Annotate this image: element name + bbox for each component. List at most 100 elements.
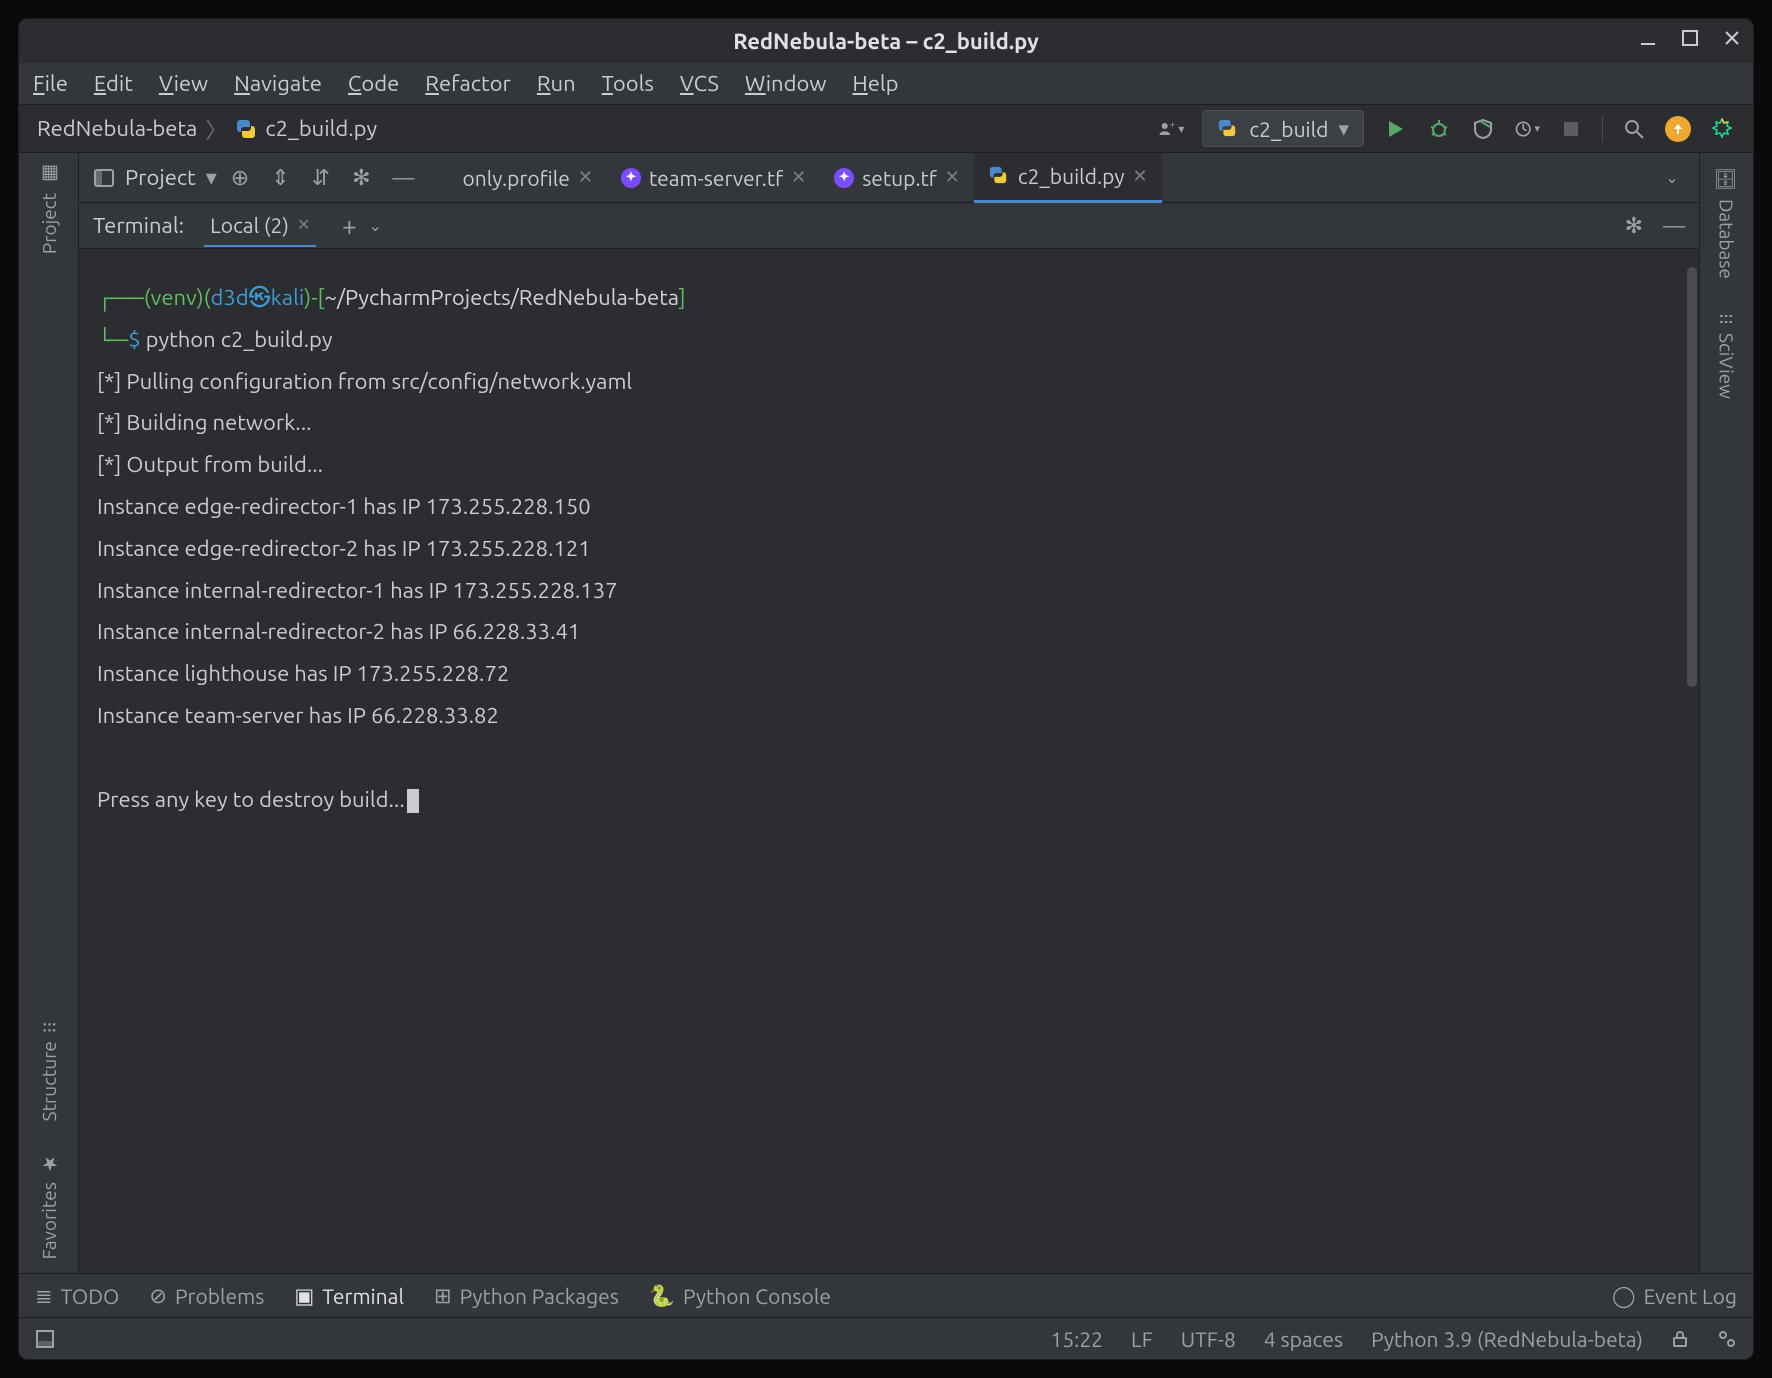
expand-all-icon[interactable]: ⇕ (271, 165, 289, 191)
python-icon (1217, 118, 1239, 140)
event-log-icon: ◯ (1612, 1283, 1636, 1308)
menu-navigate[interactable]: Navigate (234, 71, 322, 96)
scrollbar-thumb[interactable] (1687, 267, 1697, 687)
terminal-gear-icon[interactable]: ✻ (1625, 213, 1643, 239)
terminal-chevron-down-icon[interactable]: ⌄ (362, 213, 388, 239)
menu-file[interactable]: File (33, 71, 68, 96)
sync-update-icon[interactable] (1665, 116, 1691, 142)
status-lock-icon[interactable] (1671, 1330, 1689, 1348)
close-icon[interactable]: ✕ (791, 167, 806, 188)
chevron-down-icon: ▾ (206, 165, 217, 191)
coverage-button[interactable] (1470, 116, 1496, 142)
debug-button[interactable] (1426, 116, 1452, 142)
editor-tabs: only.profile✕✦team-server.tf✕✦setup.tf✕c… (448, 153, 1637, 203)
terraform-file-icon: ✦ (834, 168, 854, 188)
menu-help[interactable]: Help (852, 71, 898, 96)
terminal-hide-icon[interactable]: — (1663, 213, 1685, 238)
favorites-tool-button[interactable]: Favorites ★ (38, 1152, 60, 1259)
minimize-button[interactable] (1637, 27, 1659, 49)
status-line-ending[interactable]: LF (1131, 1327, 1153, 1351)
bottom-tool-python-console[interactable]: 🐍Python Console (649, 1283, 831, 1309)
sciview-tool-button[interactable]: ⁝⁝ SciView (1716, 313, 1738, 399)
run-button[interactable] (1382, 116, 1408, 142)
close-icon[interactable]: ✕ (1133, 166, 1148, 187)
close-icon[interactable]: ✕ (297, 215, 310, 234)
python-file-icon (988, 165, 1010, 187)
tab-c2-build-py[interactable]: c2_build.py✕ (974, 153, 1162, 203)
bottom-tool-terminal[interactable]: ▣Terminal (294, 1283, 404, 1309)
menu-run[interactable]: Run (537, 71, 576, 96)
structure-tool-button[interactable]: Structure ⁝⁝ (38, 1021, 60, 1121)
tool-icon: ⊞ (434, 1283, 452, 1308)
python-file-icon (235, 118, 257, 140)
run-config-selector[interactable]: c2_build ▾ (1202, 110, 1364, 147)
status-bar: 15:22 LF UTF-8 4 spaces Python 3.9 (RedN… (19, 1317, 1753, 1359)
terminal-title: Terminal: (93, 213, 184, 238)
bottom-tool-python-packages[interactable]: ⊞Python Packages (434, 1283, 619, 1309)
stop-button[interactable] (1558, 116, 1584, 142)
chevron-right-icon: 〉 (205, 113, 227, 145)
terminal-header: Terminal: Local (2)✕ + ⌄ ✻ — (79, 203, 1699, 249)
run-config-label: c2_build (1249, 117, 1328, 141)
bottom-tool-problems[interactable]: ⊘Problems (149, 1283, 264, 1309)
terraform-file-icon: ✦ (621, 168, 641, 188)
close-icon[interactable]: ✕ (578, 167, 593, 188)
menu-vcs[interactable]: VCS (680, 71, 719, 96)
chevron-down-icon: ▾ (1338, 116, 1349, 141)
tab-setup-tf[interactable]: ✦setup.tf✕ (820, 153, 974, 203)
left-tool-gutter: Project ▦ Structure ⁝⁝ Favorites ★ (19, 153, 79, 1273)
locate-icon[interactable]: ⊕ (231, 165, 249, 191)
menu-refactor[interactable]: Refactor (425, 71, 511, 96)
new-terminal-icon[interactable]: + (336, 213, 362, 239)
project-view-selector[interactable]: Project ▾ (93, 165, 217, 191)
hide-tool-icon[interactable]: — (393, 165, 415, 190)
project-toolbar: Project ▾ ⊕ ⇕ ⇵ ✻ — only.profile✕✦team-s… (79, 153, 1699, 203)
menu-tools[interactable]: Tools (602, 71, 654, 96)
project-pane-icon (93, 167, 115, 189)
status-time: 15:22 (1050, 1327, 1103, 1351)
user-add-icon[interactable]: +▾ (1158, 116, 1184, 142)
close-icon[interactable]: ✕ (945, 167, 960, 188)
bottom-tool-todo[interactable]: ≣TODO (35, 1283, 119, 1309)
menu-view[interactable]: View (159, 71, 208, 96)
breadcrumb-project[interactable]: RedNebula-beta (37, 116, 197, 141)
terminal-output[interactable]: ┌──(venv)(d3d㉿kali)-[~/PycharmProjects/R… (79, 249, 1699, 1273)
profile-button[interactable]: ▾ (1514, 116, 1540, 142)
tool-icon: ⊘ (149, 1283, 167, 1308)
database-tool-button[interactable]: 🗄 Database (1715, 167, 1738, 279)
status-indent[interactable]: 4 spaces (1264, 1327, 1343, 1351)
tab-only-profile[interactable]: only.profile✕ (448, 153, 607, 203)
menu-code[interactable]: Code (348, 71, 399, 96)
svg-text:+: + (1170, 119, 1175, 129)
event-log-button[interactable]: ◯Event Log (1612, 1283, 1737, 1308)
status-tool-windows-icon[interactable] (35, 1329, 55, 1349)
right-tool-gutter: 🗄 Database ⁝⁝ SciView (1699, 153, 1753, 1273)
maximize-button[interactable] (1679, 27, 1701, 49)
window-title: RedNebula-beta – c2_build.py (733, 29, 1039, 54)
tool-icon: ≣ (35, 1283, 53, 1308)
tab-team-server-tf[interactable]: ✦team-server.tf✕ (607, 153, 820, 203)
gear-icon[interactable]: ✻ (352, 165, 370, 191)
menubar: File Edit View Navigate Code Refactor Run Tools… (19, 63, 1753, 105)
toolbar: RedNebula-beta 〉 c2_build.py +▾ c2_build… (19, 105, 1753, 153)
status-interpreter[interactable]: Python 3.9 (RedNebula-beta) (1371, 1327, 1643, 1351)
status-processes-icon[interactable] (1717, 1329, 1737, 1349)
search-icon[interactable] (1621, 116, 1647, 142)
menu-window[interactable]: Window (745, 71, 827, 96)
close-button[interactable] (1721, 27, 1743, 49)
tool-icon: 🐍 (649, 1283, 675, 1309)
collapse-all-icon[interactable]: ⇵ (312, 165, 330, 191)
project-tool-button[interactable]: Project ▦ (38, 163, 60, 254)
ide-settings-icon[interactable] (1709, 116, 1735, 142)
menu-edit[interactable]: Edit (94, 71, 133, 96)
status-encoding[interactable]: UTF-8 (1181, 1327, 1236, 1351)
bottom-tool-bar: ≣TODO ⊘Problems ▣Terminal ⊞Python Packages 🐍… (19, 1273, 1753, 1317)
tab-chevron-down-icon[interactable]: ⌄ (1659, 165, 1685, 191)
breadcrumb[interactable]: RedNebula-beta 〉 c2_build.py (37, 113, 377, 145)
terminal-cursor (407, 789, 419, 813)
tool-icon: ▣ (294, 1283, 314, 1308)
terminal-tab[interactable]: Local (2)✕ (204, 205, 316, 247)
titlebar: RedNebula-beta – c2_build.py (19, 19, 1753, 63)
breadcrumb-file[interactable]: c2_build.py (265, 116, 377, 141)
ide-window: RedNebula-beta – c2_build.py File Edit Vie… (18, 18, 1754, 1360)
